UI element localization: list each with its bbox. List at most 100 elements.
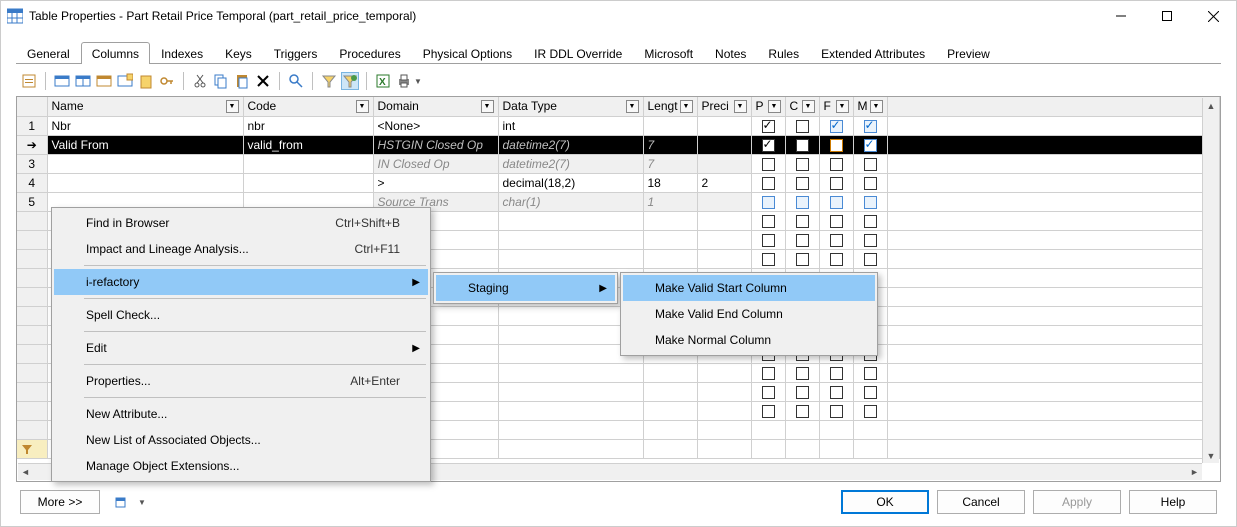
cell-f[interactable]	[819, 173, 853, 192]
vertical-scrollbar[interactable]: ▲ ▼	[1202, 98, 1219, 463]
scroll-up-icon[interactable]: ▲	[1204, 98, 1219, 113]
checkbox[interactable]	[762, 196, 775, 209]
checkbox[interactable]	[864, 196, 877, 209]
scroll-left-icon[interactable]: ◄	[18, 465, 33, 480]
cell-length[interactable]: 1	[643, 192, 697, 211]
cell-p[interactable]	[751, 154, 785, 173]
cell-m[interactable]	[853, 135, 887, 154]
checkbox[interactable]	[762, 120, 775, 133]
tab-indexes[interactable]: Indexes	[150, 42, 214, 64]
tab-keys[interactable]: Keys	[214, 42, 263, 64]
menu-item-staging[interactable]: Staging ▶	[436, 275, 615, 301]
cell-length[interactable]: 18	[643, 173, 697, 192]
cell-name[interactable]: Valid From	[47, 135, 243, 154]
checkbox[interactable]	[864, 405, 877, 418]
find-icon[interactable]	[287, 72, 305, 90]
close-button[interactable]	[1190, 1, 1236, 31]
cell-code[interactable]: valid_from	[243, 135, 373, 154]
cell-m[interactable]	[853, 154, 887, 173]
header-dropdown-icon[interactable]: ▼	[836, 100, 849, 113]
checkbox[interactable]	[830, 158, 843, 171]
cell-c[interactable]	[785, 116, 819, 135]
menu-item[interactable]: Make Valid End Column	[623, 301, 875, 327]
cut-icon[interactable]	[191, 72, 209, 90]
column-header[interactable]: Domain▼	[373, 97, 498, 116]
table-row[interactable]: 1Nbrnbr<None>int	[17, 116, 1220, 135]
checkbox[interactable]	[830, 386, 843, 399]
cell-domain[interactable]: HSTGIN Closed Op	[373, 135, 498, 154]
cell-code[interactable]	[243, 173, 373, 192]
maximize-button[interactable]	[1144, 1, 1190, 31]
context-menu[interactable]: Find in BrowserCtrl+Shift+BImpact and Li…	[51, 207, 431, 482]
cell-f[interactable]	[819, 154, 853, 173]
cell-prec[interactable]	[697, 116, 751, 135]
cell-code[interactable]	[243, 154, 373, 173]
checkbox[interactable]	[864, 177, 877, 190]
cell-name[interactable]: Nbr	[47, 116, 243, 135]
menu-item[interactable]: New Attribute...	[54, 401, 428, 427]
grid2-icon[interactable]	[74, 72, 92, 90]
row-header[interactable]: ➔	[17, 135, 47, 154]
cell-datatype[interactable]: datetime2(7)	[498, 135, 643, 154]
checkbox[interactable]	[796, 405, 809, 418]
cell-p[interactable]	[751, 192, 785, 211]
cell-p[interactable]	[751, 173, 785, 192]
cell-prec[interactable]	[697, 135, 751, 154]
tab-preview[interactable]: Preview	[936, 42, 1001, 64]
checkbox[interactable]	[796, 215, 809, 228]
column-header[interactable]	[17, 97, 47, 116]
menu-item[interactable]: New List of Associated Objects...	[54, 427, 428, 453]
checkbox[interactable]	[796, 367, 809, 380]
checkbox[interactable]	[762, 367, 775, 380]
checkbox[interactable]	[864, 367, 877, 380]
column-header[interactable]: M▼	[853, 97, 887, 116]
cell-domain[interactable]: <None>	[373, 116, 498, 135]
row-header[interactable]: 4	[17, 173, 47, 192]
cell-name[interactable]	[47, 173, 243, 192]
checkbox[interactable]	[796, 158, 809, 171]
table-row[interactable]: ➔Valid Fromvalid_fromHSTGIN Closed Opdat…	[17, 135, 1220, 154]
grid5-icon[interactable]	[137, 72, 155, 90]
checkbox[interactable]	[864, 120, 877, 133]
cell-name[interactable]	[47, 154, 243, 173]
cell-m[interactable]	[853, 116, 887, 135]
dropdown-arrow-icon[interactable]: ▼	[414, 77, 422, 86]
checkbox[interactable]	[830, 367, 843, 380]
minimize-button[interactable]	[1098, 1, 1144, 31]
cell-length[interactable]	[643, 116, 697, 135]
checkbox[interactable]	[796, 120, 809, 133]
table-row[interactable]: 4>decimal(18,2)182	[17, 173, 1220, 192]
column-header[interactable]: C▼	[785, 97, 819, 116]
checkbox[interactable]	[762, 177, 775, 190]
cell-m[interactable]	[853, 192, 887, 211]
tab-triggers[interactable]: Triggers	[263, 42, 329, 64]
cell-domain[interactable]: >	[373, 173, 498, 192]
checkbox[interactable]	[796, 234, 809, 247]
cell-datatype[interactable]: datetime2(7)	[498, 154, 643, 173]
header-dropdown-icon[interactable]: ▼	[870, 100, 883, 113]
tab-procedures[interactable]: Procedures	[328, 42, 411, 64]
header-dropdown-icon[interactable]: ▼	[481, 100, 494, 113]
column-header[interactable]: Code▼	[243, 97, 373, 116]
menu-item[interactable]: Edit▶	[54, 335, 428, 361]
checkbox[interactable]	[830, 120, 843, 133]
cell-prec[interactable]: 2	[697, 173, 751, 192]
checkbox[interactable]	[762, 234, 775, 247]
checkbox[interactable]	[762, 139, 775, 152]
checkbox[interactable]	[864, 215, 877, 228]
cell-prec[interactable]	[697, 192, 751, 211]
checkbox[interactable]	[762, 386, 775, 399]
checkbox[interactable]	[864, 386, 877, 399]
checkbox[interactable]	[830, 253, 843, 266]
menu-item[interactable]: Properties...Alt+Enter	[54, 368, 428, 394]
tab-columns[interactable]: Columns	[81, 42, 150, 64]
checkbox[interactable]	[796, 386, 809, 399]
paste-icon[interactable]	[233, 72, 251, 90]
checkbox[interactable]	[762, 158, 775, 171]
cell-length[interactable]: 7	[643, 154, 697, 173]
tab-rules[interactable]: Rules	[757, 42, 810, 64]
header-dropdown-icon[interactable]: ▼	[734, 100, 747, 113]
cell-f[interactable]	[819, 116, 853, 135]
checkbox[interactable]	[796, 196, 809, 209]
cell-f[interactable]	[819, 135, 853, 154]
